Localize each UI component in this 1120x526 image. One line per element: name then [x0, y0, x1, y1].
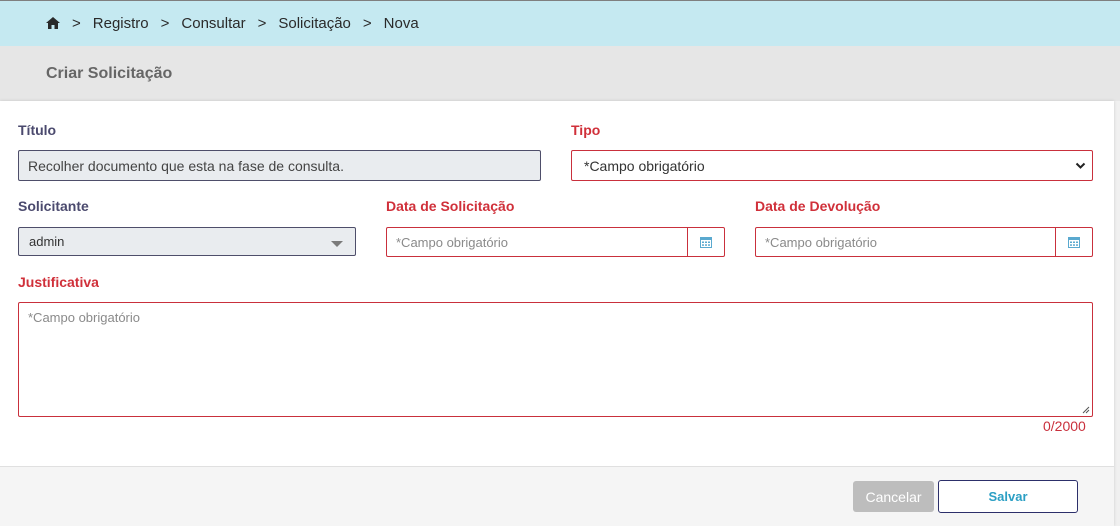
save-button[interactable]: Salvar: [938, 480, 1078, 513]
titulo-value: Recolher documento que esta na fase de c…: [28, 157, 344, 174]
data-devolucao-placeholder: *Campo obrigatório: [765, 234, 878, 250]
breadcrumb-nova: Nova: [383, 15, 419, 32]
data-devolucao-calendar-button[interactable]: [1055, 228, 1092, 256]
solicitante-select[interactable]: admin: [18, 227, 356, 256]
justificativa-textarea[interactable]: *Campo obrigatório: [18, 302, 1093, 417]
data-devolucao-label: Data de Devolução: [755, 198, 881, 214]
character-counter: 0/2000: [1043, 418, 1086, 434]
breadcrumb-separator: >: [160, 15, 170, 32]
data-solicitacao-input[interactable]: *Campo obrigatório: [386, 227, 725, 257]
breadcrumb: > Registro > Consultar > Solicitação > N…: [0, 0, 1120, 46]
solicitante-label: Solicitante: [18, 198, 89, 214]
home-icon[interactable]: [46, 17, 60, 30]
page-title: Criar Solicitação: [46, 64, 173, 82]
resize-grip-icon[interactable]: [1082, 406, 1090, 414]
form-footer: Cancelar Salvar: [0, 466, 1114, 526]
calendar-icon: [1068, 237, 1080, 248]
titulo-label: Título: [18, 122, 57, 138]
calendar-icon: [700, 237, 712, 248]
data-solicitacao-calendar-button[interactable]: [687, 228, 724, 256]
tipo-select[interactable]: *Campo obrigatório: [571, 150, 1093, 181]
data-solicitacao-placeholder: *Campo obrigatório: [396, 234, 509, 250]
breadcrumb-separator: >: [72, 15, 81, 32]
scrollbar-track[interactable]: [1114, 101, 1120, 526]
tipo-selected-value: *Campo obrigatório: [584, 157, 705, 174]
solicitante-value: admin: [29, 234, 65, 249]
breadcrumb-consultar[interactable]: Consultar: [181, 15, 245, 32]
breadcrumb-separator: >: [362, 15, 372, 32]
breadcrumb-solicitacao[interactable]: Solicitação: [278, 15, 351, 32]
chevron-down-icon: [1075, 162, 1086, 169]
justificativa-label: Justificativa: [18, 274, 99, 290]
caret-down-icon: [331, 240, 343, 247]
breadcrumb-registro[interactable]: Registro: [93, 15, 149, 32]
cancel-button[interactable]: Cancelar: [853, 481, 934, 512]
form-card: Título Recolher documento que esta na fa…: [0, 101, 1114, 526]
data-solicitacao-label: Data de Solicitação: [386, 198, 515, 214]
titulo-field: Recolher documento que esta na fase de c…: [18, 150, 541, 181]
tipo-label: Tipo: [571, 122, 601, 138]
justificativa-placeholder: *Campo obrigatório: [28, 310, 141, 325]
breadcrumb-separator: >: [257, 15, 267, 32]
page-header: Criar Solicitação: [0, 46, 1120, 101]
data-devolucao-input[interactable]: *Campo obrigatório: [755, 227, 1093, 257]
